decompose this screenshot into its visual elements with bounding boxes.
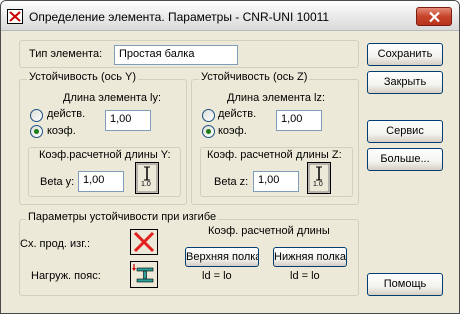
- loaded-flange-label: Нагруж. пояс:: [31, 270, 101, 282]
- length-z-value: 1,00: [281, 113, 303, 125]
- element-type-label: Тип элемента:: [29, 48, 103, 60]
- length-y-value: 1,00: [110, 113, 132, 125]
- radio-z-actual-label: действ.: [218, 108, 257, 120]
- beta-y-icon-label: 1.0: [141, 181, 151, 188]
- prod-scheme-label: Сх. прод. изг.:: [20, 238, 91, 250]
- beta-z-value: 1,00: [258, 174, 280, 186]
- upper-flange-button[interactable]: Верхняя полка: [185, 247, 259, 267]
- calc-length-z-label: Коэф. расчетной длины Z:: [205, 149, 344, 161]
- beta-y-value: 1,00: [83, 174, 105, 186]
- bending-legend: Параметры устойчивости при изгибе: [26, 211, 219, 223]
- coef-calc-length-label: Коэф. расчетной длины: [208, 225, 330, 237]
- length-y-label: Длина элемента ly:: [63, 92, 162, 104]
- radio-z-coef-label: коэф.: [218, 125, 247, 137]
- radio-z-actual[interactable]: [202, 109, 215, 122]
- save-button[interactable]: Сохранить: [367, 43, 443, 66]
- beta-y-label: Beta y:: [40, 176, 75, 188]
- close-button[interactable]: Закрыть: [367, 71, 443, 94]
- more-button[interactable]: Больше...: [367, 148, 443, 171]
- beta-z-scheme-button[interactable]: 1.0: [307, 162, 331, 194]
- radio-y-actual[interactable]: [30, 109, 43, 122]
- length-z-label: Длина элемента lz:: [227, 92, 326, 104]
- lower-flange-formula: ld = lo: [290, 270, 320, 282]
- lower-flange-button[interactable]: Нижняя полка: [273, 247, 347, 267]
- app-icon: [7, 9, 23, 24]
- help-button[interactable]: Помощь: [367, 273, 443, 296]
- beta-z-label: Beta z:: [214, 176, 249, 188]
- upper-flange-formula: ld = lo: [202, 270, 232, 282]
- prod-scheme-button[interactable]: [130, 229, 158, 255]
- close-window-button[interactable]: [416, 7, 452, 26]
- length-z-input[interactable]: 1,00: [276, 110, 322, 131]
- beta-y-scheme-button[interactable]: 1.0: [135, 162, 159, 194]
- service-button[interactable]: Сервис: [367, 120, 443, 143]
- x-icon: [133, 231, 155, 253]
- calc-length-y-label: Коэф.расчетной длины Y:: [37, 149, 173, 161]
- element-type-value: Простая балка: [119, 48, 195, 60]
- loaded-flange-button[interactable]: [130, 261, 158, 288]
- column-scheme-icon: [308, 163, 330, 193]
- title-bar[interactable]: Определение элемента. Параметры - CNR-UN…: [1, 1, 459, 31]
- beta-y-input[interactable]: 1,00: [78, 171, 124, 192]
- radio-y-actual-label: действ.: [47, 108, 86, 120]
- window-title: Определение элемента. Параметры - CNR-UN…: [29, 10, 330, 24]
- length-y-input[interactable]: 1,00: [105, 110, 151, 131]
- beta-z-input[interactable]: 1,00: [253, 171, 299, 192]
- radio-z-coef[interactable]: [202, 125, 215, 138]
- radio-y-coef-label: коэф.: [47, 125, 76, 137]
- beta-z-icon-label: 1.0: [313, 181, 323, 188]
- radio-y-coef[interactable]: [30, 125, 43, 138]
- element-type-field[interactable]: Простая балка: [114, 45, 238, 65]
- stability-z-legend: Устойчивость (ось Z): [199, 71, 310, 83]
- i-beam-icon: [132, 264, 154, 283]
- dialog-window: Определение элемента. Параметры - CNR-UN…: [0, 0, 460, 314]
- stability-y-legend: Устойчивость (ось Y): [27, 71, 139, 83]
- close-icon: [429, 11, 440, 23]
- column-scheme-icon: [136, 163, 158, 193]
